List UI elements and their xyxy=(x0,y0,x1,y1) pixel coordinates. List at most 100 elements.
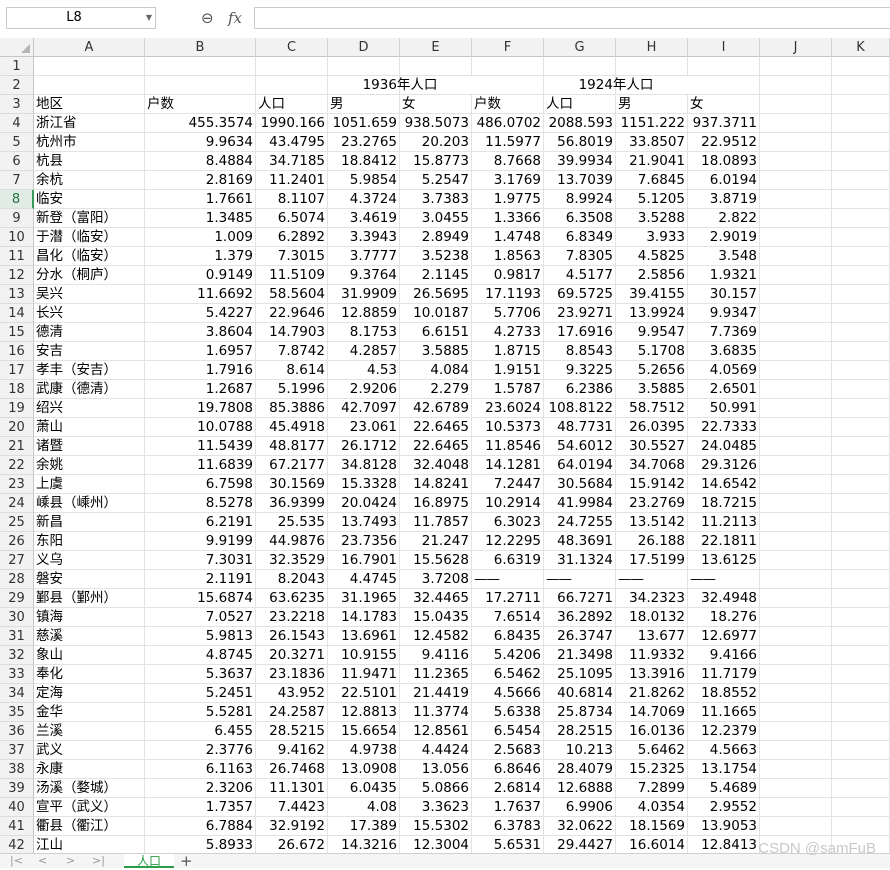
cell[interactable]: 5.4206 xyxy=(472,646,544,665)
cell[interactable]: 3.1769 xyxy=(472,171,544,190)
cell[interactable]: 21.9041 xyxy=(616,152,688,171)
cell[interactable]: 31.1324 xyxy=(544,551,616,570)
cell[interactable] xyxy=(760,171,832,190)
cell[interactable] xyxy=(760,646,832,665)
cell[interactable]: 30.5527 xyxy=(616,437,688,456)
row-header[interactable]: 30 xyxy=(0,608,34,627)
cell[interactable]: 1.6957 xyxy=(145,342,256,361)
cell[interactable]: 4.2733 xyxy=(472,323,544,342)
row-header[interactable]: 37 xyxy=(0,741,34,760)
cell[interactable] xyxy=(760,627,832,646)
cell[interactable]: 7.2899 xyxy=(616,779,688,798)
select-all-corner[interactable] xyxy=(0,38,34,57)
cell[interactable]: 18.276 xyxy=(688,608,760,627)
cell[interactable]: 67.2177 xyxy=(256,456,328,475)
cell[interactable] xyxy=(832,608,890,627)
cell[interactable] xyxy=(832,494,890,513)
cell[interactable]: 17.6916 xyxy=(544,323,616,342)
cell[interactable]: 85.3886 xyxy=(256,399,328,418)
cell[interactable]: 3.5885 xyxy=(400,342,472,361)
cell[interactable]: 义乌 xyxy=(34,551,145,570)
cell[interactable]: 5.7706 xyxy=(472,304,544,323)
cell[interactable]: 4.0569 xyxy=(688,361,760,380)
row-header[interactable]: 2 xyxy=(0,76,34,95)
cell[interactable]: 6.5454 xyxy=(472,722,544,741)
cell[interactable]: 43.952 xyxy=(256,684,328,703)
cell[interactable]: 11.5109 xyxy=(256,266,328,285)
row-header[interactable]: 20 xyxy=(0,418,34,437)
row-header[interactable]: 18 xyxy=(0,380,34,399)
cell[interactable]: 26.3747 xyxy=(544,627,616,646)
cell[interactable]: 32.4465 xyxy=(400,589,472,608)
cell[interactable]: 12.4582 xyxy=(400,627,472,646)
cell[interactable]: 吴兴 xyxy=(34,285,145,304)
cell[interactable]: 12.6977 xyxy=(688,627,760,646)
cell[interactable]: 4.53 xyxy=(328,361,400,380)
cell[interactable]: 21.247 xyxy=(400,532,472,551)
cell[interactable] xyxy=(832,361,890,380)
cell[interactable] xyxy=(760,266,832,285)
cell[interactable]: 1.7357 xyxy=(145,798,256,817)
cell[interactable] xyxy=(760,437,832,456)
cell[interactable]: 7.2447 xyxy=(472,475,544,494)
cell[interactable]: 6.2191 xyxy=(145,513,256,532)
cell[interactable] xyxy=(832,646,890,665)
column-header[interactable]: G xyxy=(544,38,616,57)
cell[interactable]: 12.8413 xyxy=(688,836,760,853)
cell[interactable]: 14.1281 xyxy=(472,456,544,475)
cell[interactable]: 8.614 xyxy=(256,361,328,380)
cell[interactable]: 永康 xyxy=(34,760,145,779)
cell[interactable]: 14.7069 xyxy=(616,703,688,722)
cell[interactable]: 3.8604 xyxy=(145,323,256,342)
cell[interactable]: 上虞 xyxy=(34,475,145,494)
cell[interactable]: 6.0435 xyxy=(328,779,400,798)
row-header[interactable]: 16 xyxy=(0,342,34,361)
row-header[interactable]: 38 xyxy=(0,760,34,779)
cell[interactable] xyxy=(760,285,832,304)
cell[interactable]: 地区 xyxy=(34,95,145,114)
cell[interactable]: 23.6024 xyxy=(472,399,544,418)
cell[interactable]: 2.9552 xyxy=(688,798,760,817)
cell[interactable]: 13.9053 xyxy=(688,817,760,836)
row-header[interactable]: 10 xyxy=(0,228,34,247)
cell[interactable]: 23.2765 xyxy=(328,133,400,152)
cell[interactable] xyxy=(400,57,472,76)
row-header[interactable]: 14 xyxy=(0,304,34,323)
cell[interactable]: 6.3023 xyxy=(472,513,544,532)
cell[interactable]: 13.677 xyxy=(616,627,688,646)
cell[interactable]: 8.5278 xyxy=(145,494,256,513)
cell[interactable]: 2.1191 xyxy=(145,570,256,589)
cell[interactable]: 14.3216 xyxy=(328,836,400,853)
cell[interactable]: 16.7901 xyxy=(328,551,400,570)
cell[interactable]: 16.8975 xyxy=(400,494,472,513)
cell[interactable]: 鄞县（鄞州） xyxy=(34,589,145,608)
cell[interactable]: 28.5215 xyxy=(256,722,328,741)
cell[interactable] xyxy=(760,114,832,133)
cell[interactable]: 户数 xyxy=(472,95,544,114)
cell[interactable]: 6.3508 xyxy=(544,209,616,228)
cell[interactable]: 孝丰（安吉） xyxy=(34,361,145,380)
last-sheet-icon[interactable]: >| xyxy=(92,854,105,868)
cell[interactable]: 2.9206 xyxy=(328,380,400,399)
cell[interactable] xyxy=(760,247,832,266)
cell[interactable]: 30.5684 xyxy=(544,475,616,494)
cell[interactable]: 14.6542 xyxy=(688,475,760,494)
cell[interactable]: 1.009 xyxy=(145,228,256,247)
cell[interactable] xyxy=(760,608,832,627)
cell[interactable]: 3.548 xyxy=(688,247,760,266)
row-header[interactable]: 36 xyxy=(0,722,34,741)
cell[interactable]: 4.0354 xyxy=(616,798,688,817)
cell[interactable]: 15.6874 xyxy=(145,589,256,608)
cell[interactable]: 4.08 xyxy=(328,798,400,817)
cell[interactable]: 486.0702 xyxy=(472,114,544,133)
name-box[interactable]: L8 ▼ xyxy=(6,7,156,29)
row-header[interactable]: 1 xyxy=(0,57,34,76)
cell[interactable]: 7.6845 xyxy=(616,171,688,190)
cell[interactable]: 15.2325 xyxy=(616,760,688,779)
cell[interactable]: 6.2386 xyxy=(544,380,616,399)
cell[interactable]: 8.8543 xyxy=(544,342,616,361)
caret-down-icon[interactable]: ▼ xyxy=(146,8,152,28)
cell[interactable] xyxy=(832,342,890,361)
row-header[interactable]: 28 xyxy=(0,570,34,589)
row-header[interactable]: 40 xyxy=(0,798,34,817)
